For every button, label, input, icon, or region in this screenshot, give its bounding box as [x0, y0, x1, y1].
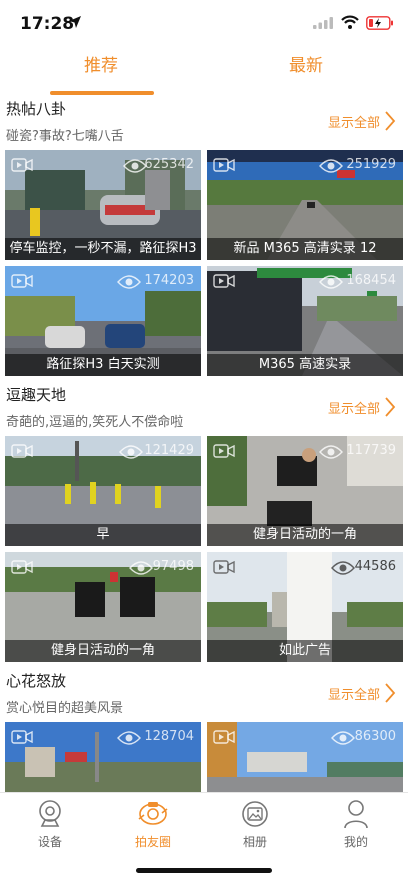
video-caption: 停车监控，一秒不漏，路征探H3 [5, 238, 201, 260]
view-count: 174203 [144, 273, 194, 288]
video-camera-icon [11, 730, 33, 744]
show-all-button[interactable]: 显示全部 [328, 396, 396, 418]
nav-label: 我的 [343, 835, 368, 849]
tab-latest[interactable]: 最新 [289, 51, 323, 76]
section-subtitle: 碰瓷?事故?七嘴八舌 [6, 129, 124, 144]
location-arrow-icon [69, 16, 81, 28]
nav-profile[interactable]: 我的 [316, 799, 396, 850]
video-card[interactable]: 86300 [207, 722, 403, 792]
video-card[interactable]: 121429 早 [5, 436, 201, 546]
video-caption: 如此广告 [207, 640, 403, 662]
cellular-signal-icon [313, 17, 333, 29]
video-camera-icon [213, 158, 235, 172]
video-card[interactable]: 97498 健身日活动的一角 [5, 552, 201, 662]
eye-icon [319, 275, 343, 289]
eye-icon [117, 731, 141, 745]
status-bar: 17:28 [0, 0, 408, 46]
eye-icon [119, 445, 143, 459]
video-card[interactable]: 625342 停车监控，一秒不漏，路征探H3 [5, 150, 201, 260]
eye-icon [331, 561, 355, 575]
view-count: 44586 [354, 559, 396, 574]
eye-icon [117, 275, 141, 289]
top-tabs: 推荐 最新 [0, 46, 408, 96]
section-subtitle: 奇葩的,逗逼的,笑死人不偿命啦 [6, 415, 184, 430]
show-all-button[interactable]: 显示全部 [328, 682, 396, 704]
video-caption: M365 高速实录 [207, 354, 403, 376]
section-title: 心花怒放 [6, 672, 67, 690]
video-camera-icon [11, 560, 33, 574]
video-caption: 新品 M365 高清实录 12 [207, 238, 403, 260]
section-subtitle: 赏心悦目的超美风景 [6, 701, 124, 716]
eye-icon [129, 561, 153, 575]
view-count: 121429 [144, 443, 194, 458]
tab-recommended[interactable]: 推荐 [84, 51, 118, 76]
video-caption: 健身日活动的一角 [5, 640, 201, 662]
show-all-label: 显示全部 [327, 115, 380, 131]
view-count: 625342 [144, 157, 194, 172]
video-camera-icon [11, 274, 33, 288]
video-card[interactable]: 117739 健身日活动的一角 [207, 436, 403, 546]
nav-friends-circle[interactable]: 拍友圈 [113, 799, 193, 850]
eye-icon [319, 159, 343, 173]
video-camera-icon [213, 730, 235, 744]
nav-label: 拍友圈 [134, 835, 171, 849]
battery-charging-icon [366, 16, 393, 30]
video-caption: 健身日活动的一角 [207, 524, 403, 546]
nav-label: 相册 [242, 835, 267, 849]
home-indicator[interactable] [136, 868, 272, 873]
nav-label: 设备 [37, 835, 62, 849]
chevron-right-icon [385, 397, 396, 417]
eye-icon [331, 731, 355, 745]
video-caption: 路征探H3 白天实测 [5, 354, 201, 376]
section-title: 逗趣天地 [6, 386, 67, 404]
video-card[interactable]: 128704 [5, 722, 201, 792]
chevron-right-icon [385, 683, 396, 703]
video-card[interactable]: 168454 M365 高速实录 [207, 266, 403, 376]
video-caption: 早 [5, 524, 201, 546]
camera-icon [39, 800, 61, 827]
show-all-label: 显示全部 [327, 687, 380, 703]
person-icon [344, 800, 368, 829]
video-camera-icon [213, 560, 235, 574]
album-icon [242, 801, 268, 827]
chevron-right-icon [385, 111, 396, 131]
eye-icon [319, 445, 343, 459]
nav-device[interactable]: 设备 [10, 799, 90, 850]
active-tab-indicator [50, 91, 154, 95]
show-all-button[interactable]: 显示全部 [328, 110, 396, 132]
video-camera-icon [213, 444, 235, 458]
video-card[interactable]: 44586 如此广告 [207, 552, 403, 662]
section-title: 热帖八卦 [6, 100, 67, 118]
view-count: 97498 [152, 559, 194, 574]
view-count: 117739 [346, 443, 396, 458]
friends-circle-icon [138, 802, 168, 825]
show-all-label: 显示全部 [327, 401, 380, 417]
view-count: 251929 [346, 157, 396, 172]
wifi-icon [341, 15, 359, 29]
video-card[interactable]: 251929 新品 M365 高清实录 12 [207, 150, 403, 260]
status-time: 17:28 [20, 14, 75, 34]
video-camera-icon [11, 444, 33, 458]
view-count: 168454 [346, 273, 396, 288]
video-camera-icon [11, 158, 33, 172]
video-camera-icon [213, 274, 235, 288]
view-count: 128704 [144, 729, 194, 744]
view-count: 86300 [354, 729, 396, 744]
nav-album[interactable]: 相册 [215, 799, 295, 850]
video-card[interactable]: 174203 路征探H3 白天实测 [5, 266, 201, 376]
